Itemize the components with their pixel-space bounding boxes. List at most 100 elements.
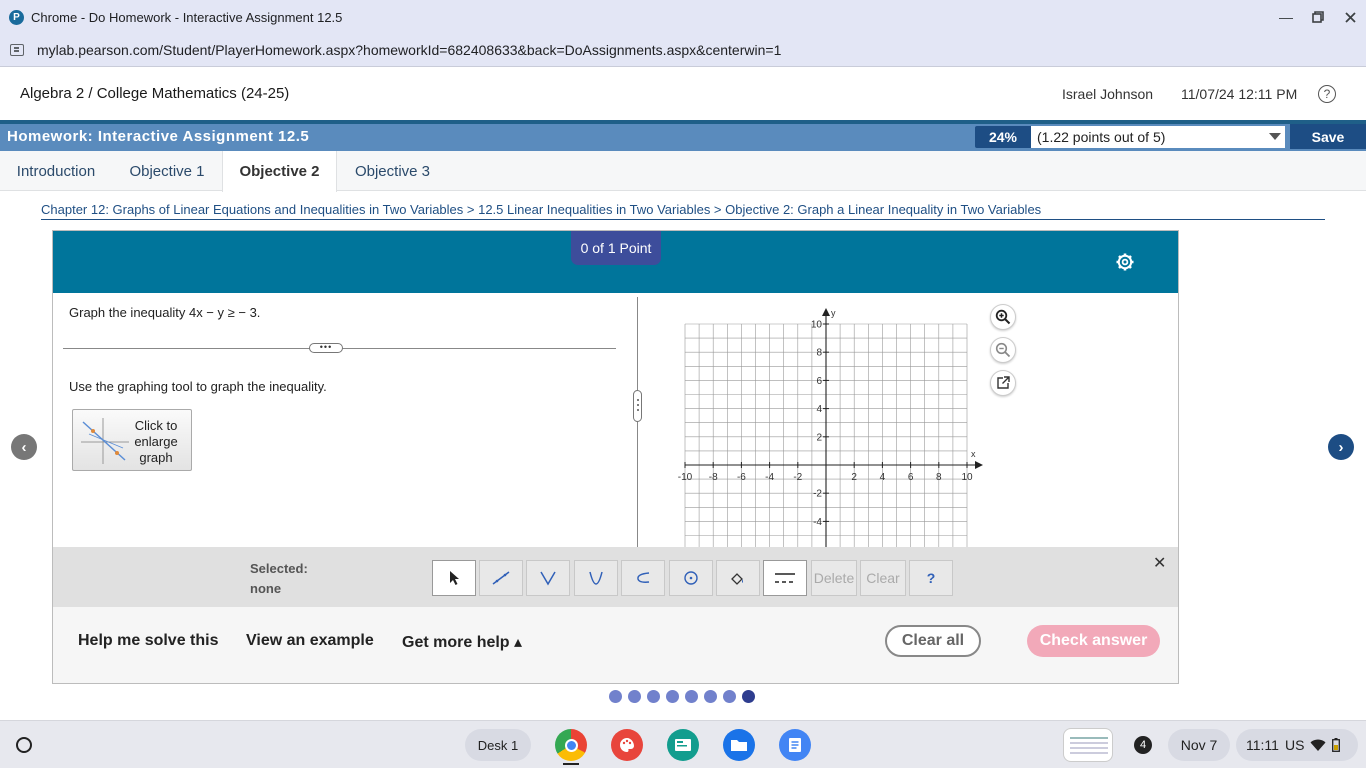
graph-thumbnail-icon: [81, 418, 129, 464]
check-answer-button[interactable]: Check answer: [1027, 625, 1160, 657]
battery-icon: [1332, 738, 1341, 752]
get-more-help-link[interactable]: Get more help ▴: [402, 632, 522, 652]
x-tick-label: 2: [851, 472, 857, 483]
classroom-icon[interactable]: [667, 729, 699, 761]
tab-objective-1[interactable]: Objective 1: [112, 151, 222, 191]
view-example-link[interactable]: View an example: [246, 632, 374, 650]
splitter-handle[interactable]: [633, 390, 642, 422]
launcher-icon[interactable]: [16, 737, 32, 753]
graph-canvas[interactable]: y x -10 -8 -6 -4 -2 2 4 6 8 10 10 8 6 4 2 -2 -4: [668, 297, 988, 547]
x-tick-label: -4: [765, 472, 774, 483]
zoom-in-icon[interactable]: [990, 304, 1016, 330]
question-header: 0 of 1 Point: [53, 231, 1178, 293]
question-dot[interactable]: [742, 690, 755, 703]
question-dot[interactable]: [704, 690, 717, 703]
enlarge-graph-label: Click to enlarge graph: [134, 418, 178, 465]
line-tool-button[interactable]: [479, 560, 523, 596]
question-dot[interactable]: [609, 690, 622, 703]
y-axis-arrow: [822, 308, 830, 316]
help-me-solve-link[interactable]: Help me solve this: [78, 632, 219, 650]
popout-icon[interactable]: [990, 370, 1016, 396]
graph-toolbar: Selected: none Delete Clear ? ✕: [53, 547, 1178, 607]
circle-tool-button[interactable]: [669, 560, 713, 596]
question-instruction: Use the graphing tool to graph the inequ…: [69, 379, 327, 394]
question-dot[interactable]: [647, 690, 660, 703]
circle-icon: [684, 571, 698, 585]
absolute-value-tool-button[interactable]: [526, 560, 570, 596]
zoom-out-icon[interactable]: [990, 337, 1016, 363]
question-progress: [609, 690, 755, 703]
enlarge-graph-button[interactable]: Click to enlarge graph: [72, 409, 192, 471]
y-axis-label: y: [831, 308, 836, 318]
wifi-icon: [1310, 739, 1326, 751]
x-tick-label: 4: [880, 472, 886, 483]
question-dot[interactable]: [723, 690, 736, 703]
help-icon[interactable]: ?: [1318, 85, 1336, 103]
tab-objective-3[interactable]: Objective 3: [337, 151, 448, 191]
date-tray[interactable]: Nov 7: [1168, 729, 1230, 761]
close-icon[interactable]: ✕: [1153, 553, 1166, 573]
user-name: Israel Johnson: [1062, 86, 1154, 102]
question-dot[interactable]: [628, 690, 641, 703]
window-title: Chrome - Do Homework - Interactive Assig…: [31, 9, 343, 25]
clear-all-button[interactable]: Clear all: [885, 625, 981, 657]
solid-line-icon: [775, 573, 795, 575]
desk-button[interactable]: Desk 1: [465, 729, 531, 761]
homework-bar: Homework: Interactive Assignment 12.5 24…: [0, 120, 1366, 151]
curve-tool-button[interactable]: [621, 560, 665, 596]
status-tray[interactable]: 11:11 US: [1236, 729, 1358, 761]
fill-tool-button[interactable]: [716, 560, 760, 596]
url-text[interactable]: mylab.pearson.com/Student/PlayerHomework…: [37, 42, 781, 58]
y-tick-label: -2: [813, 489, 822, 500]
question-dot[interactable]: [685, 690, 698, 703]
selected-indicator: Selected: none: [250, 559, 308, 599]
active-app-indicator: [563, 763, 579, 765]
x-tick-label: 8: [936, 472, 942, 483]
question-dot[interactable]: [666, 690, 679, 703]
restore-icon[interactable]: [1302, 0, 1334, 34]
delete-button[interactable]: Delete: [811, 560, 857, 596]
chrome-icon[interactable]: [555, 729, 587, 761]
parabola-icon: [589, 571, 603, 585]
chevron-down-icon[interactable]: [1269, 133, 1281, 140]
cursor-arrow-icon: [450, 571, 459, 585]
minimize-icon[interactable]: —: [1270, 0, 1302, 34]
selected-label: Selected:: [250, 561, 308, 576]
address-bar[interactable]: mylab.pearson.com/Student/PlayerHomework…: [0, 34, 1366, 67]
save-button[interactable]: Save: [1290, 124, 1366, 149]
next-question-button[interactable]: ›: [1328, 434, 1354, 460]
breadcrumb[interactable]: Chapter 12: Graphs of Linear Equations a…: [41, 202, 1325, 220]
clear-button[interactable]: Clear: [860, 560, 906, 596]
close-window-icon[interactable]: [1334, 0, 1366, 34]
pointer-tool-button[interactable]: [432, 560, 476, 596]
objective-tabs: Introduction Objective 1 Objective 2 Obj…: [0, 151, 1366, 192]
score-percent: 24%: [975, 126, 1031, 148]
line-style-toggle[interactable]: [763, 560, 807, 596]
expand-button[interactable]: •••: [309, 343, 343, 353]
x-tick-label: -2: [793, 472, 802, 483]
y-tick-label: -4: [813, 517, 822, 528]
x-tick-label: 10: [961, 472, 973, 483]
parabola-tool-button[interactable]: [574, 560, 618, 596]
tote-thumbnail[interactable]: [1063, 728, 1113, 762]
question-frame: 0 of 1 Point Graph the inequality 4x − y…: [52, 230, 1179, 684]
clock-time: 11:11: [1246, 737, 1279, 753]
notification-badge[interactable]: 4: [1134, 736, 1152, 754]
course-title: Algebra 2 / College Mathematics (24-25): [20, 85, 290, 102]
paint-palette-icon[interactable]: [611, 729, 643, 761]
files-icon[interactable]: [723, 729, 755, 761]
tab-objective-2[interactable]: Objective 2: [222, 151, 337, 192]
docs-icon[interactable]: [779, 729, 811, 761]
points-dropdown[interactable]: (1.22 points out of 5): [1031, 126, 1285, 148]
homework-title: Homework: Interactive Assignment 12.5: [7, 128, 310, 145]
x-axis-label: x: [971, 449, 976, 459]
site-info-icon[interactable]: [10, 44, 24, 56]
paint-bucket-icon: [731, 573, 743, 585]
help-button[interactable]: ?: [909, 560, 953, 596]
y-tick-label: 2: [816, 432, 822, 443]
points-text: (1.22 points out of 5): [1037, 129, 1166, 145]
tab-introduction[interactable]: Introduction: [0, 151, 112, 191]
input-locale: US: [1284, 737, 1305, 753]
previous-question-button[interactable]: ‹: [11, 434, 37, 460]
gear-icon[interactable]: [1115, 252, 1135, 272]
